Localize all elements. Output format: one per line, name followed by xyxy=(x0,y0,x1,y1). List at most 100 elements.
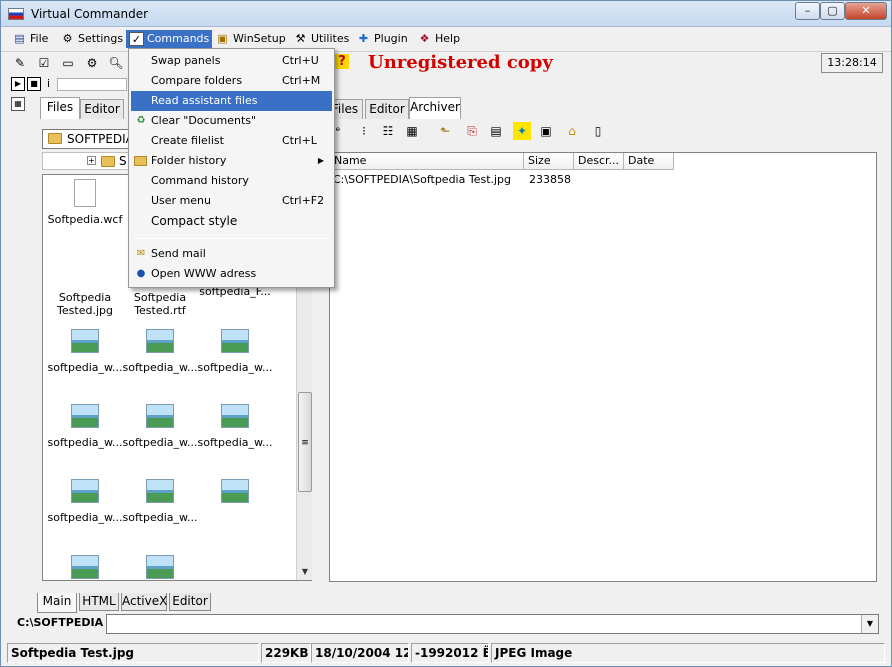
close-icon[interactable]: ✕ xyxy=(845,2,887,20)
list-view-icon[interactable]: ☷ xyxy=(379,122,397,140)
item-label: Command history xyxy=(151,174,249,187)
minimize-icon[interactable]: – xyxy=(795,2,820,20)
menu-commands[interactable]: ✓ Commands xyxy=(126,30,212,48)
expand-icon[interactable]: + xyxy=(87,156,96,165)
file-name: softpedia_w... xyxy=(197,436,273,449)
file-item[interactable]: softpedia_w... xyxy=(122,477,198,524)
menu-item-command-history[interactable]: Command history xyxy=(131,171,332,191)
file-name: softpedia_w... xyxy=(122,511,198,524)
file-item[interactable]: softpedia_w... xyxy=(122,327,198,374)
menu-winsetup[interactable]: ▣ WinSetup xyxy=(212,30,290,48)
tab-archiver[interactable]: Archiver xyxy=(409,97,461,119)
item-label: Folder history xyxy=(151,154,227,167)
details-view-icon[interactable]: ▦ xyxy=(403,122,421,140)
menu-item-user-menu[interactable]: User menu Ctrl+F2 xyxy=(131,191,332,211)
file-item[interactable]: softpedia_w... xyxy=(122,402,198,449)
clock-display: 13:28:14 xyxy=(821,53,883,73)
file-item[interactable]: Softpedia.wcf xyxy=(47,179,123,226)
view-file-icon[interactable]: ▤ xyxy=(487,122,505,140)
file-name: softpedia_w... xyxy=(47,436,123,449)
file-item[interactable]: softpedia_w... xyxy=(47,327,123,374)
stop-icon[interactable]: ■ xyxy=(27,77,41,91)
menu-item-create-filelist[interactable]: Create filelist Ctrl+L xyxy=(131,131,332,151)
up-folder-icon[interactable]: ⬑ xyxy=(436,122,454,140)
status-size: 229KB xyxy=(261,643,311,663)
folder-icon xyxy=(134,154,148,168)
drive-field[interactable] xyxy=(57,78,127,91)
command-input[interactable]: ▼ xyxy=(106,614,879,634)
scroll-thumb[interactable]: ≡ xyxy=(298,392,312,492)
menu-label: Commands xyxy=(147,32,210,45)
file-item[interactable]: softpedia_w... xyxy=(47,477,123,524)
save-icon[interactable]: ▣ xyxy=(537,122,555,140)
play-icon[interactable]: ▶ xyxy=(11,77,25,91)
file-name: softpedia_w... xyxy=(47,511,123,524)
network-icon[interactable]: ⚙ xyxy=(83,54,101,72)
menu-item-compact-style[interactable]: Compact style xyxy=(131,211,332,231)
file-item[interactable] xyxy=(47,553,123,587)
menu-item-open-www[interactable]: ● Open WWW adress xyxy=(131,264,332,284)
calendar-icon[interactable]: ▦ xyxy=(11,97,25,111)
col-date[interactable]: Date xyxy=(624,153,674,170)
command-path-label: C:\SOFTPEDIA xyxy=(17,616,104,629)
menu-settings[interactable]: ⚙ Settings xyxy=(57,30,127,48)
small-icons-icon[interactable]: ⁝ xyxy=(355,122,373,140)
menu-utilites[interactable]: ⚒ Utilites xyxy=(290,30,353,48)
menu-help[interactable]: ❖ Help xyxy=(414,30,464,48)
window-icon[interactable]: ▭ xyxy=(59,54,77,72)
menu-item-read-assistant-files[interactable]: Read assistant files xyxy=(131,91,332,111)
menu-plugin[interactable]: ✚ Plugin xyxy=(353,30,412,48)
col-size[interactable]: Size xyxy=(524,153,574,170)
col-descr[interactable]: Descr... xyxy=(574,153,624,170)
new-file-icon[interactable]: ▯ xyxy=(589,122,607,140)
chevron-down-icon[interactable]: ▼ xyxy=(861,615,878,633)
tab-editor-bottom[interactable]: Editor xyxy=(169,593,211,611)
help-menu-icon: ❖ xyxy=(419,32,430,45)
menu-item-swap-panels[interactable]: Swap panels Ctrl+U xyxy=(131,51,332,71)
menu-label: WinSetup xyxy=(233,32,286,45)
right-panel: Files Editor Archiver ᵉ ⁝ ☷ ▦ ⬑ ⎘ ▤ ✦ ▣ … xyxy=(323,97,879,594)
maximize-icon[interactable]: ▢ xyxy=(820,2,845,20)
file-item[interactable]: Softpedia Tested.jpg xyxy=(47,251,123,317)
left-path: SOFTPEDIA xyxy=(67,132,134,146)
file-item[interactable]: softpedia_w... xyxy=(47,402,123,449)
help-icon[interactable]: ? xyxy=(335,54,349,69)
file-item[interactable] xyxy=(122,553,198,587)
app-flag-icon xyxy=(8,8,24,20)
menu-label: Help xyxy=(435,32,461,45)
archive-listview[interactable]: Name Size Descr... Date C:\SOFTPEDIA\Sof… xyxy=(329,152,877,582)
run-icon[interactable]: ✦ xyxy=(513,122,531,140)
image-file-icon xyxy=(221,404,249,428)
table-row[interactable]: C:\SOFTPEDIA\Softpedia Test.jpg 233858 xyxy=(330,173,876,189)
menu-item-compare-folders[interactable]: Compare folders Ctrl+M xyxy=(131,71,332,91)
col-name[interactable]: Name xyxy=(330,153,524,170)
tab-main[interactable]: Main xyxy=(37,593,77,613)
menu-bar: ▤ File ⚙ Settings ✓ Commands ▣ WinSetup … xyxy=(1,28,891,50)
image-file-icon xyxy=(146,479,174,503)
tab-editor[interactable]: Editor xyxy=(365,99,409,119)
winsetup-menu-icon: ▣ xyxy=(217,32,228,45)
menu-item-clear-documents[interactable]: ♻ Clear "Documents" xyxy=(131,111,332,131)
menu-item-folder-history[interactable]: Folder history ▶ xyxy=(131,151,332,171)
open-folder-icon[interactable]: ⌂ xyxy=(563,122,581,140)
menu-item-send-mail[interactable]: ✉ Send mail xyxy=(131,244,332,264)
check-icon[interactable]: ☑ xyxy=(35,54,53,72)
menu-file[interactable]: ▤ File xyxy=(9,30,52,48)
tab-editor[interactable]: Editor xyxy=(80,99,124,119)
find-icon[interactable]: 🔍︎ xyxy=(107,54,125,72)
file-item[interactable]: softpedia_w... xyxy=(197,327,273,374)
utilites-menu-icon: ⚒ xyxy=(295,32,306,45)
item-label: User menu xyxy=(151,194,211,207)
status-attr: -1992012 ЁÁ xyxy=(411,643,489,663)
tab-activex[interactable]: ActiveX xyxy=(121,593,167,611)
tools-icon[interactable]: ✎ xyxy=(11,54,29,72)
drive-label: i xyxy=(47,77,51,90)
file-item[interactable] xyxy=(197,477,273,511)
row-size: 233858 xyxy=(529,173,571,186)
scroll-down-icon[interactable]: ▼ xyxy=(297,564,313,580)
tab-html[interactable]: HTML xyxy=(79,593,119,611)
tab-files[interactable]: Files xyxy=(40,97,80,119)
extract-icon[interactable]: ⎘ xyxy=(463,122,481,140)
file-item[interactable]: softpedia_w... xyxy=(197,402,273,449)
submenu-arrow-icon: ▶ xyxy=(317,156,324,165)
